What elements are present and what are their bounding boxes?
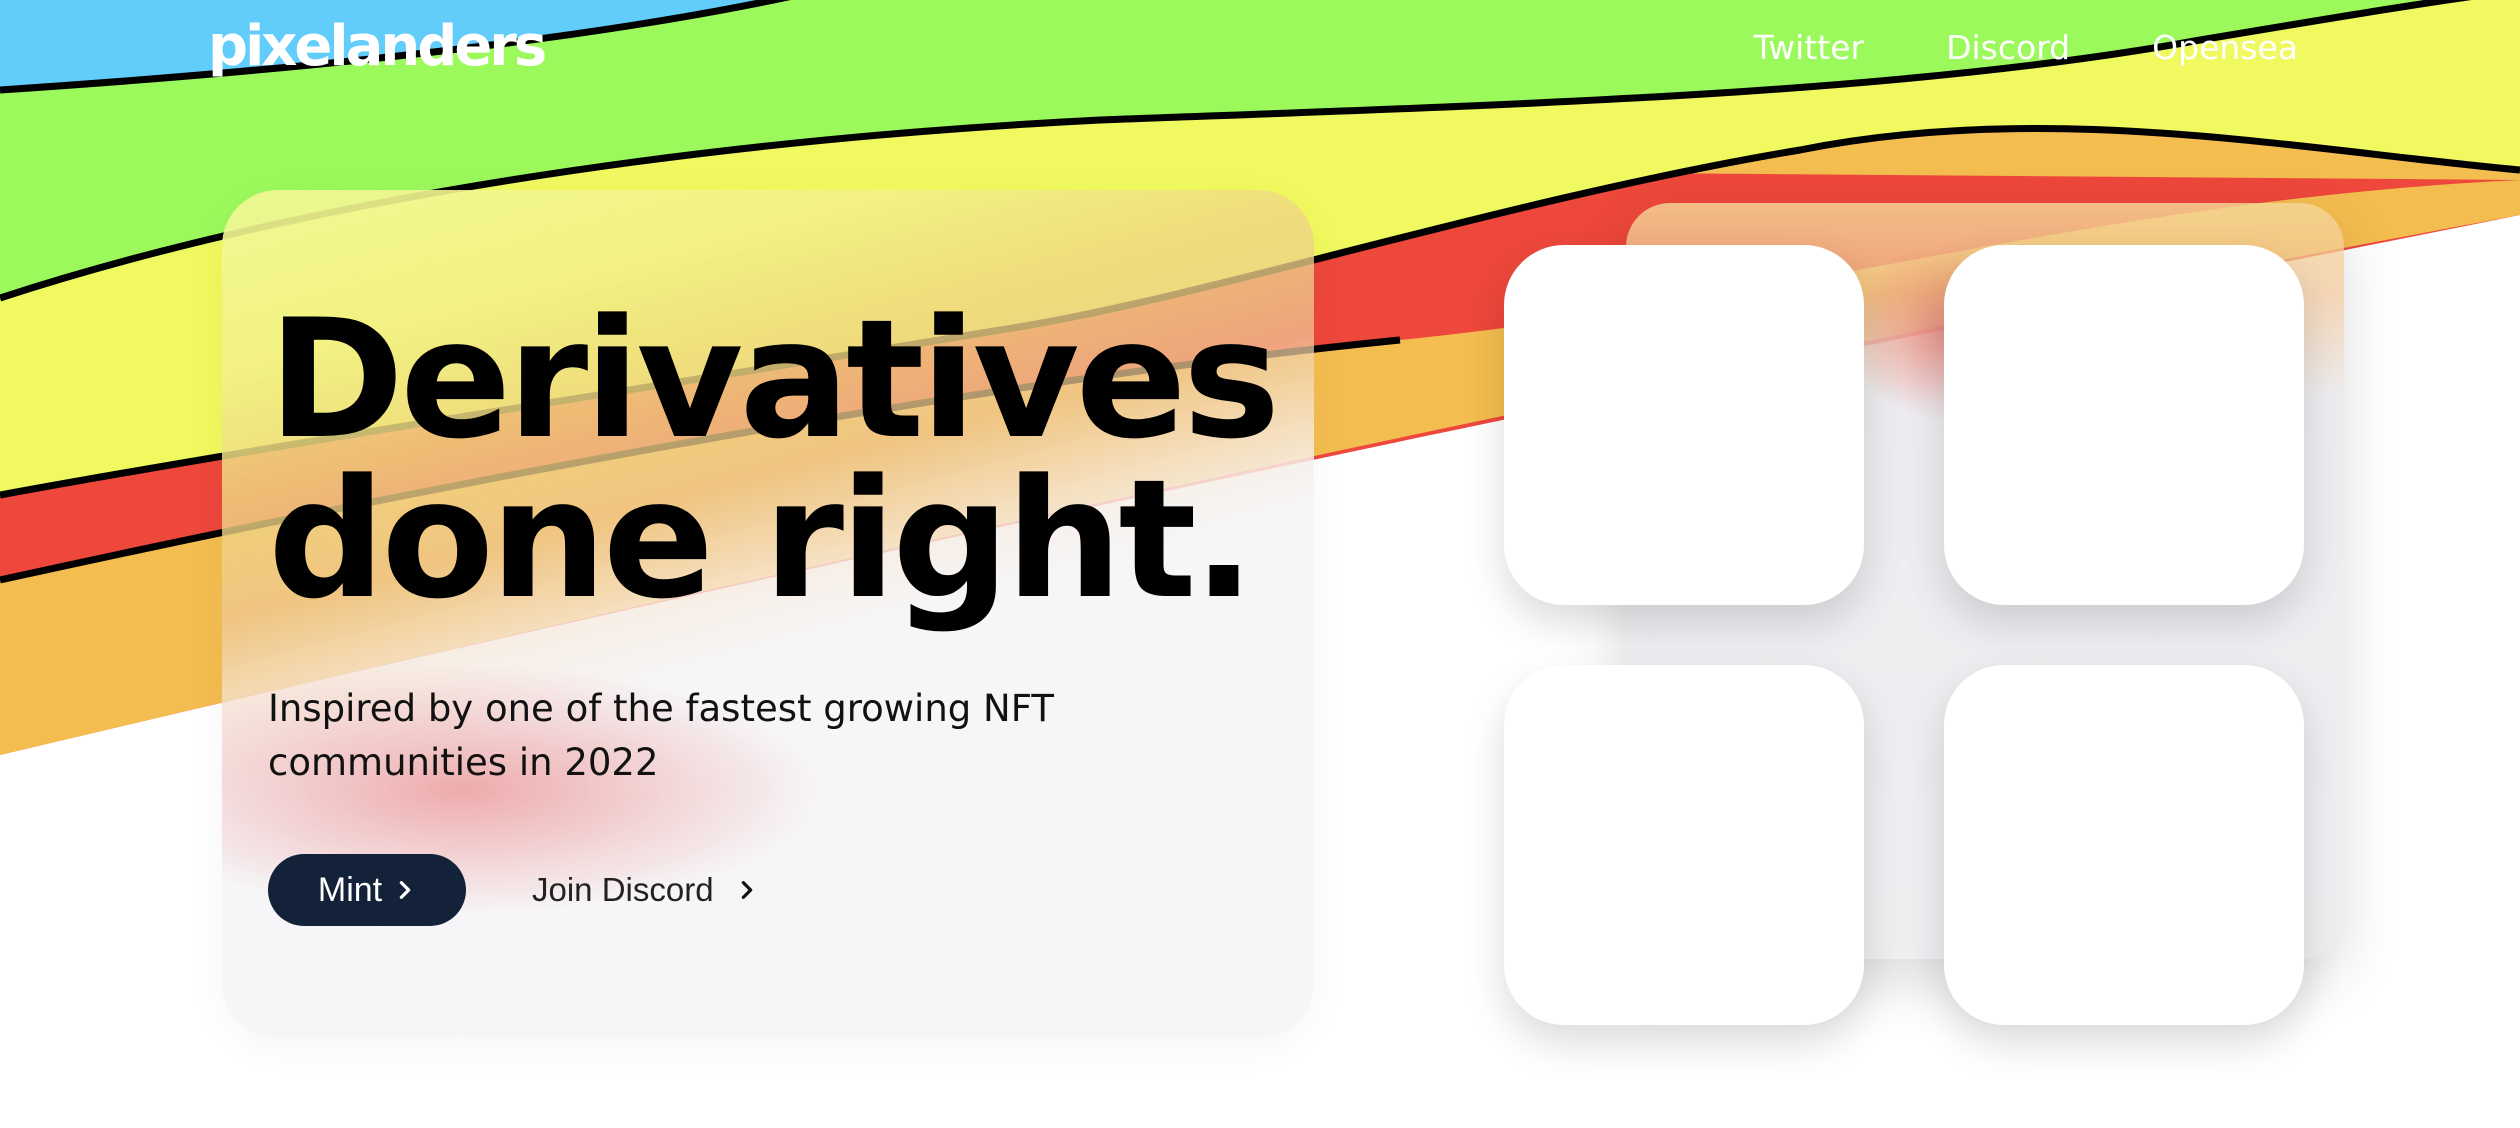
hero-actions: Mint Join Discord bbox=[268, 854, 758, 926]
logo[interactable]: pixelanders bbox=[208, 14, 547, 79]
mint-button[interactable]: Mint bbox=[268, 854, 466, 926]
join-discord-link[interactable]: Join Discord bbox=[532, 871, 758, 909]
nft-tile[interactable] bbox=[1504, 665, 1864, 1025]
nav-links: Twitter Discord Opensea bbox=[1753, 28, 2298, 67]
chevron-right-icon bbox=[399, 881, 411, 899]
nav-link-opensea[interactable]: Opensea bbox=[2152, 28, 2298, 67]
headline-line-2: done right. bbox=[268, 444, 1255, 635]
nft-tile[interactable] bbox=[1504, 245, 1864, 605]
nft-tile[interactable] bbox=[1944, 665, 2304, 1025]
headline-line-1: Derivatives bbox=[268, 284, 1280, 475]
mint-button-label: Mint bbox=[317, 870, 383, 909]
join-discord-label: Join Discord bbox=[532, 871, 714, 908]
nav-link-twitter[interactable]: Twitter bbox=[1753, 28, 1864, 67]
nav-link-discord[interactable]: Discord bbox=[1946, 28, 2070, 67]
top-nav: pixelanders Twitter Discord Opensea bbox=[0, 0, 2520, 110]
chevron-right-icon bbox=[741, 881, 752, 899]
hero-subtitle: Inspired by one of the fastest growing N… bbox=[268, 687, 1054, 784]
nft-tile[interactable] bbox=[1944, 245, 2304, 605]
hero-card: Derivatives done right. Inspired by one … bbox=[222, 190, 1314, 1038]
hero-headline: Derivatives done right. bbox=[268, 284, 1280, 635]
